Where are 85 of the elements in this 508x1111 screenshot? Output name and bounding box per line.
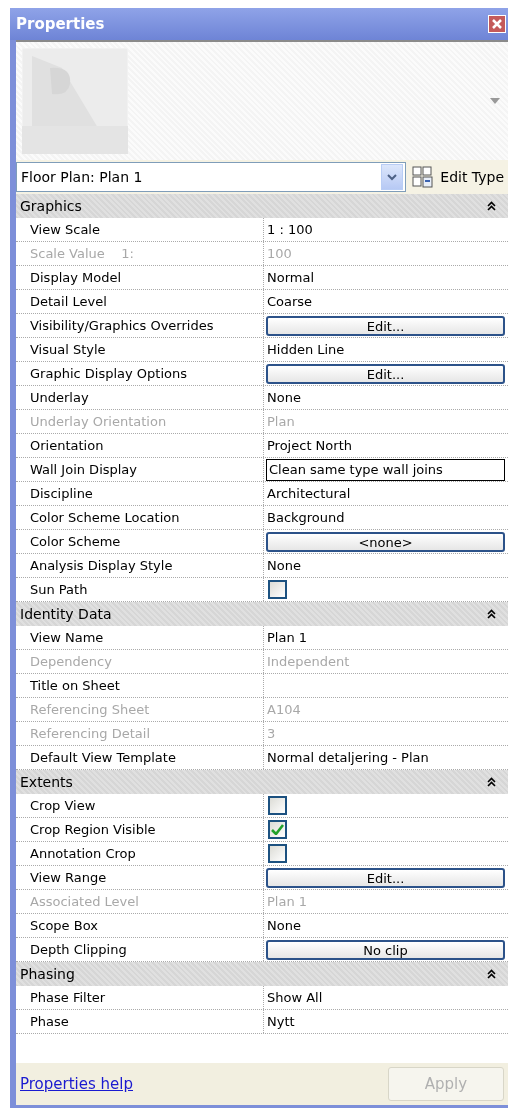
type-selector[interactable]: Floor Plan: Plan 1 <box>16 162 407 192</box>
property-value: Architectural <box>266 485 352 503</box>
property-label: View Scale <box>16 218 264 241</box>
edit-type-button[interactable]: Edit Type <box>412 166 504 188</box>
preview-thumbnail-icon <box>22 48 128 154</box>
section-title: Phasing <box>20 966 75 982</box>
collapse-icon[interactable] <box>487 609 496 619</box>
property-label: Display Model <box>16 266 264 289</box>
property-label: Crop View <box>16 794 264 817</box>
property-value: 100 <box>266 245 293 263</box>
property-label: Phase <box>16 1010 264 1033</box>
property-label: Referencing Detail <box>16 722 264 745</box>
property-label: View Range <box>16 866 264 889</box>
property-value: Plan <box>266 413 296 431</box>
property-label: Visibility/Graphics Overrides <box>16 314 264 337</box>
edit-button[interactable]: Edit... <box>266 364 505 384</box>
property-label: Sun Path <box>16 578 264 601</box>
dropdown-arrow-icon[interactable] <box>490 98 500 104</box>
close-button[interactable] <box>488 15 506 33</box>
dropdown-button[interactable] <box>381 164 404 190</box>
collapse-icon[interactable] <box>487 201 496 211</box>
property-value: Nytt <box>266 1013 296 1031</box>
property-label: Crop Region Visible <box>16 818 264 841</box>
property-value: Independent <box>266 653 351 671</box>
collapse-icon[interactable] <box>487 777 496 787</box>
property-label: Title on Sheet <box>16 674 264 697</box>
checkbox[interactable] <box>268 820 287 839</box>
section-header[interactable]: Graphics <box>16 194 508 218</box>
checkmark-icon <box>271 824 284 835</box>
property-label: Depth Clipping <box>16 938 264 961</box>
property-label: Graphic Display Options <box>16 362 264 385</box>
property-value: A104 <box>266 701 302 719</box>
property-label: Referencing Sheet <box>16 698 264 721</box>
property-label: Detail Level <box>16 290 264 313</box>
property-value: Plan 1 <box>266 629 309 647</box>
property-value: Coarse <box>266 293 314 311</box>
edit-type-icon[interactable] <box>412 166 435 188</box>
help-link[interactable]: Properties help <box>20 1075 133 1093</box>
checkbox[interactable] <box>268 844 287 863</box>
edit-button[interactable]: Edit... <box>266 868 505 888</box>
property-label: View Name <box>16 626 264 649</box>
section-title: Graphics <box>20 198 82 214</box>
property-label: Analysis Display Style <box>16 554 264 577</box>
section-title: Extents <box>20 774 73 790</box>
property-value: Project North <box>266 437 353 455</box>
edit-button[interactable]: <none> <box>266 532 505 552</box>
section-header[interactable]: Phasing <box>16 962 508 986</box>
property-label: Dependency <box>16 650 264 673</box>
property-value: Normal <box>266 269 316 287</box>
property-value: Hidden Line <box>266 341 346 359</box>
edit-button[interactable]: No clip <box>266 940 505 960</box>
property-label: Underlay <box>16 386 264 409</box>
property-value: Show All <box>266 989 324 1007</box>
property-label: Associated Level <box>16 890 264 913</box>
property-value: None <box>266 389 302 407</box>
section-title: Identity Data <box>20 606 112 622</box>
property-value: 1 : 100 <box>266 221 314 239</box>
property-label: Underlay Orientation <box>16 410 264 433</box>
property-value: Plan 1 <box>266 893 309 911</box>
property-value: 3 <box>266 725 277 743</box>
property-label: Color Scheme Location <box>16 506 264 529</box>
section-header[interactable]: Identity Data <box>16 602 508 626</box>
property-label: Discipline <box>16 482 264 505</box>
property-label: Wall Join Display <box>16 458 264 481</box>
property-label: Scale Value 1: <box>16 242 264 265</box>
section-header[interactable]: Extents <box>16 770 508 794</box>
property-value: None <box>266 557 302 575</box>
window-title: Properties <box>16 15 105 33</box>
property-value: None <box>266 917 302 935</box>
value-field[interactable]: Clean same type wall joins <box>266 458 505 481</box>
chevron-down-icon[interactable] <box>387 173 398 181</box>
edit-button[interactable]: Edit... <box>266 316 505 336</box>
close-icon[interactable] <box>492 19 502 29</box>
property-label: Scope Box <box>16 914 264 937</box>
checkbox[interactable] <box>268 580 287 599</box>
property-label: Color Scheme <box>16 530 264 553</box>
property-value: Normal detaljering - Plan <box>266 749 430 767</box>
property-label: Visual Style <box>16 338 264 361</box>
property-value: Background <box>266 509 346 527</box>
property-label: Default View Template <box>16 746 264 769</box>
property-label: Phase Filter <box>16 986 264 1009</box>
property-label: Orientation <box>16 434 264 457</box>
checkbox[interactable] <box>268 796 287 815</box>
property-label: Annotation Crop <box>16 842 264 865</box>
collapse-icon[interactable] <box>487 969 496 979</box>
